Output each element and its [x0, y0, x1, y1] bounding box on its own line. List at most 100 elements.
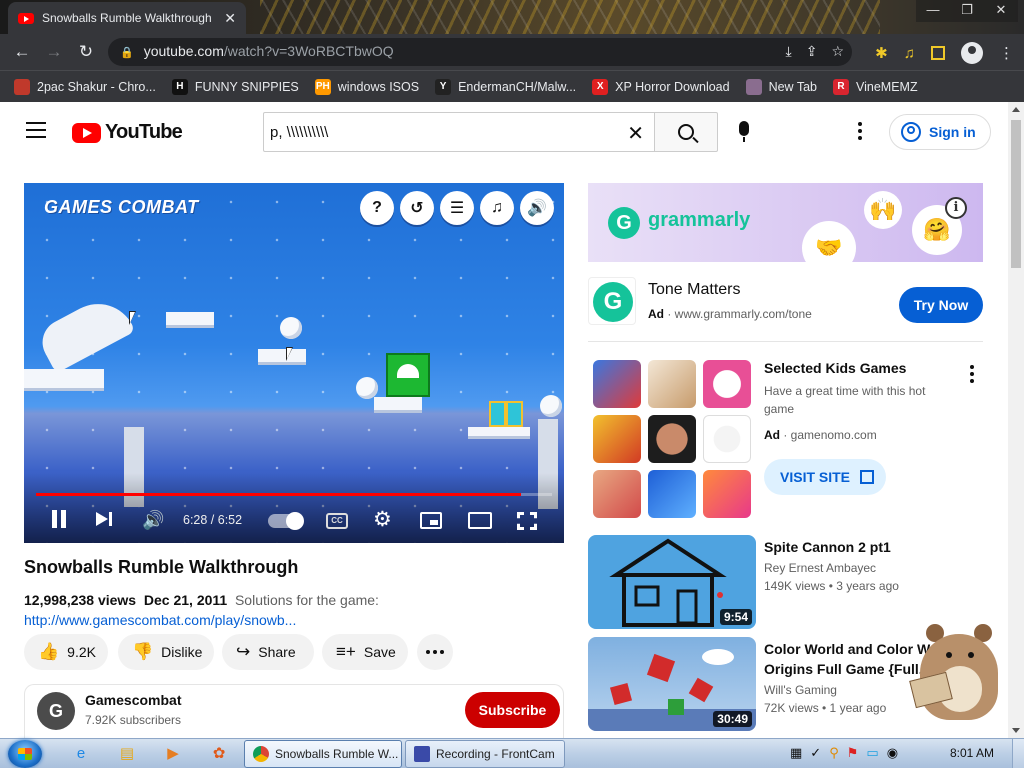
video-thumbnail[interactable]: 30:49 — [588, 637, 756, 731]
bookmark-item[interactable]: PH windows ISOS — [314, 78, 419, 95]
progress-bar[interactable] — [36, 493, 552, 496]
tray-volume-icon[interactable]: ◉ — [887, 745, 898, 761]
save-button[interactable]: ≡+ Save — [322, 634, 408, 670]
like-button[interactable]: 👍 9.2K — [24, 634, 108, 670]
ad-title[interactable]: Tone Matters — [648, 281, 740, 299]
media-control-icon[interactable]: ♫ — [904, 45, 915, 62]
tray-flag-icon[interactable]: ⚑ — [847, 745, 859, 761]
youtube-play-icon — [72, 122, 101, 143]
tray-search-icon[interactable]: ⚲ — [829, 745, 839, 761]
video-player[interactable]: GAMES COMBAT ? ↺ ☰ ♫ 🔊 🔊 6:28 / 6:52 CC … — [24, 183, 564, 543]
bookmark-item[interactable]: New Tab — [745, 78, 817, 95]
game-thumb[interactable] — [593, 360, 641, 408]
grammarly-ad-banner[interactable]: G grammarly 🤝 🙌 🤗 i — [588, 183, 983, 262]
menu-icon[interactable] — [26, 122, 46, 138]
game-thumb[interactable] — [648, 470, 696, 518]
maximize-button[interactable]: ❐ — [950, 0, 984, 22]
try-now-button[interactable]: Try Now — [899, 287, 983, 323]
video-title[interactable]: Spite Cannon 2 pt1 — [764, 537, 964, 557]
browser-tab[interactable]: Snowballs Rumble Walkthrough ✕ — [8, 2, 246, 34]
start-button[interactable] — [8, 740, 42, 768]
search-button[interactable] — [654, 112, 718, 152]
game-thumb[interactable] — [703, 470, 751, 518]
back-arrow-icon[interactable]: ← — [6, 42, 38, 62]
sign-in-button[interactable]: Sign in — [889, 114, 991, 150]
video-thumbnail[interactable]: 9:54 — [588, 535, 756, 629]
youtube-logo[interactable]: YouTube — [72, 121, 183, 144]
next-icon[interactable] — [96, 511, 114, 527]
channel-name[interactable]: Gamescombat — [85, 692, 181, 708]
reload-icon[interactable]: ↻ — [70, 42, 102, 62]
file-explorer-icon[interactable]: ▤ — [118, 745, 136, 763]
tray-check-icon[interactable]: ✓ — [810, 745, 821, 761]
microphone-icon[interactable] — [739, 121, 749, 142]
paint-icon[interactable]: ✿ — [210, 745, 228, 763]
show-desktop-button[interactable] — [1012, 739, 1024, 768]
ad-info-icon[interactable]: i — [945, 197, 967, 219]
game-thumb[interactable] — [648, 360, 696, 408]
game-thumb[interactable] — [703, 360, 751, 408]
media-player-icon[interactable]: ▶ — [164, 745, 182, 763]
miniplayer-icon[interactable] — [420, 512, 442, 529]
install-app-icon[interactable]: ⤓ — [786, 43, 792, 60]
gear-icon[interactable]: ⚙ — [373, 507, 392, 532]
scroll-up-arrow-icon[interactable] — [1012, 107, 1020, 112]
profile-avatar-icon[interactable] — [961, 42, 983, 64]
bookmark-item[interactable]: Y EndermanCH/Malw... — [435, 78, 576, 95]
tray-monitor-icon[interactable]: ▭ — [866, 745, 878, 761]
clear-search-icon[interactable]: ✕ — [627, 121, 644, 146]
game-thumb[interactable] — [593, 415, 641, 463]
lock-icon[interactable]: 🔒 — [120, 46, 134, 59]
share-icon[interactable]: ⇪ — [806, 43, 818, 60]
close-window-button[interactable]: ✕ — [984, 0, 1018, 22]
tray-app-icon[interactable]: ▦ — [790, 745, 802, 761]
game-thumb[interactable] — [593, 470, 641, 518]
autoplay-toggle[interactable] — [268, 512, 304, 530]
page-scrollbar[interactable] — [1008, 102, 1024, 738]
minimize-button[interactable]: — — [916, 0, 950, 22]
subscribe-button[interactable]: Subscribe — [465, 692, 560, 728]
volume-icon[interactable]: 🔊 — [142, 510, 164, 531]
description-link[interactable]: http://www.gamescombat.com/play/snowb... — [24, 612, 296, 628]
more-actions-button[interactable] — [417, 634, 453, 670]
channel-name[interactable]: Will's Gaming — [764, 683, 837, 697]
extensions-puzzle-icon[interactable]: ✱ — [875, 44, 888, 62]
side-panel-icon[interactable] — [931, 46, 945, 60]
bookmark-favicon-icon: PH — [314, 78, 331, 95]
chrome-menu-icon[interactable]: ⋮ — [999, 44, 1014, 62]
visit-site-button[interactable]: VISIT SITE — [764, 459, 886, 495]
grammarly-ad-logo[interactable] — [588, 277, 636, 325]
forward-arrow-icon[interactable]: → — [38, 42, 70, 62]
taskbar-item-chrome[interactable]: Snowballs Rumble W... — [244, 740, 402, 768]
channel-name[interactable]: Rey Ernest Ambayec — [764, 561, 876, 575]
mouse-cursor-icon — [286, 347, 293, 361]
tab-close-icon[interactable]: ✕ — [224, 10, 236, 27]
bookmark-star-icon[interactable]: ☆ — [831, 43, 844, 60]
share-button[interactable]: ↪ Share — [222, 634, 314, 670]
game-thumb[interactable] — [703, 415, 751, 463]
fullscreen-icon[interactable] — [517, 512, 537, 530]
url-host: youtube.com — [143, 43, 224, 59]
windows-taskbar: e ▤ ▶ ✿ Snowballs Rumble W... Recording … — [0, 738, 1024, 768]
settings-menu-icon[interactable] — [858, 122, 862, 140]
clock[interactable]: 8:01 AM — [950, 746, 994, 760]
bookmark-favicon-icon — [14, 78, 30, 95]
scrollbar-thumb[interactable] — [1011, 120, 1021, 268]
bookmark-item[interactable]: 2pac Shakur - Chro... — [14, 78, 156, 95]
taskbar-item-recording[interactable]: Recording - FrontCam — [405, 740, 565, 768]
bookmark-item[interactable]: R VineMEMZ — [833, 78, 918, 95]
subtitles-icon[interactable]: CC — [326, 513, 348, 529]
games-ad-title[interactable]: Selected Kids Games — [764, 360, 906, 376]
internet-explorer-icon[interactable]: e — [72, 745, 90, 763]
pause-icon[interactable] — [50, 510, 68, 528]
theater-mode-icon[interactable] — [468, 512, 492, 529]
bookmark-item[interactable]: X XP Horror Download — [592, 78, 730, 95]
scroll-down-arrow-icon[interactable] — [1012, 728, 1020, 733]
channel-avatar[interactable]: G — [37, 692, 75, 730]
ad-menu-icon[interactable] — [970, 365, 974, 383]
search-input[interactable]: p, \\\\\\\\\\ ✕ — [263, 112, 655, 152]
address-bar[interactable]: 🔒 youtube.com/watch?v=3WoRBCTbwOQ ⤓ ⇪ ☆ — [108, 38, 852, 66]
game-thumb[interactable] — [648, 415, 696, 463]
bookmark-item[interactable]: H FUNNY SNIPPIES — [171, 78, 299, 95]
dislike-button[interactable]: 👎 Dislike — [118, 634, 214, 670]
